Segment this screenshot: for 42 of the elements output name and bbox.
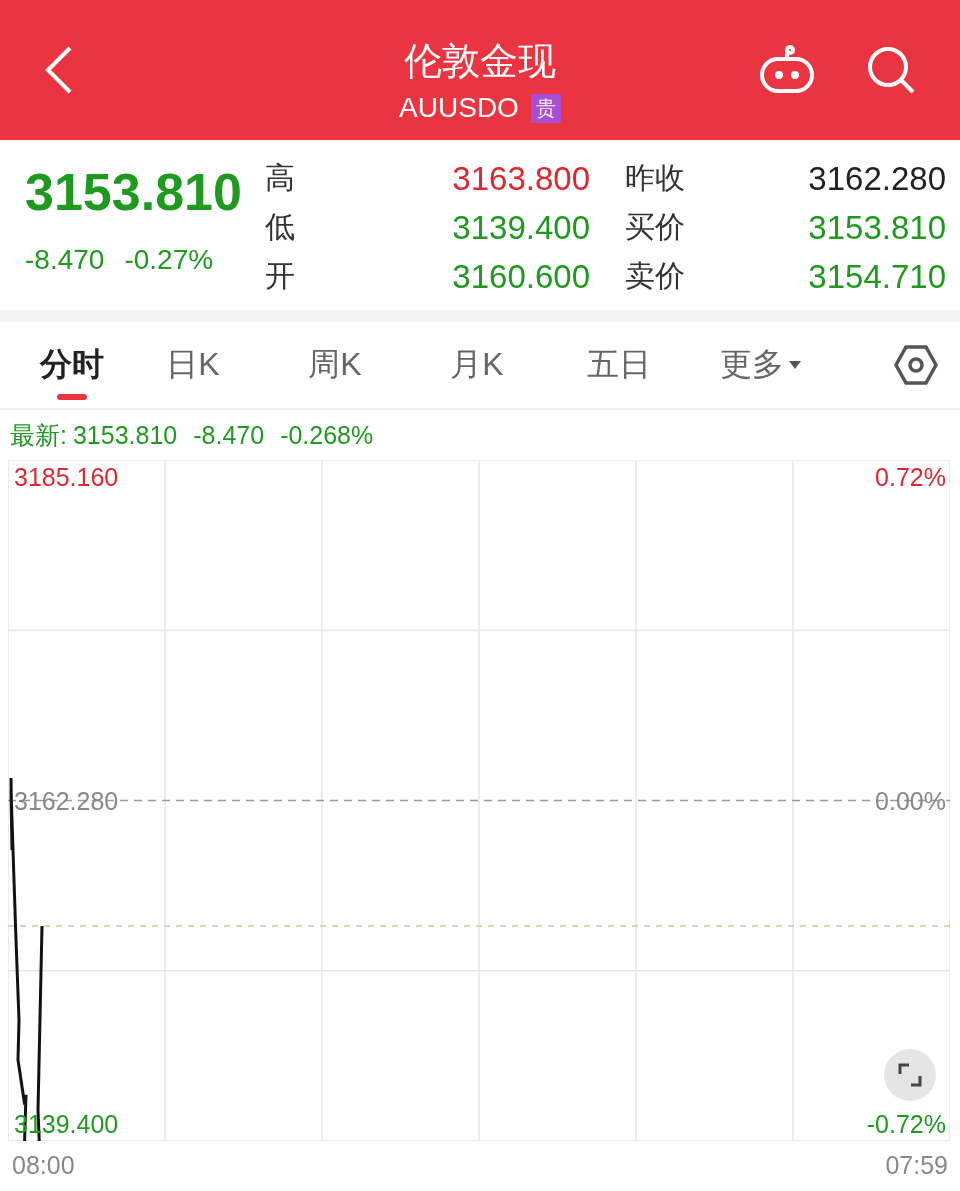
- price-axis-label: 3185.160: [14, 462, 119, 493]
- percent-axis-label: 0.72%: [875, 462, 946, 493]
- stat-label: 高: [265, 160, 296, 196]
- back-icon[interactable]: [44, 46, 74, 94]
- percent-change: -0.27%: [124, 244, 214, 276]
- chart-tab[interactable]: 日K: [122, 330, 264, 400]
- settings-icon[interactable]: [894, 345, 938, 385]
- page-title: 伦敦金现: [404, 39, 556, 84]
- more-menu[interactable]: 更多: [690, 330, 832, 400]
- caret-icon: [788, 360, 802, 370]
- chart-tab[interactable]: 月K: [406, 330, 548, 400]
- search-icon[interactable]: [866, 45, 916, 95]
- percent-axis-label: -0.72%: [866, 1109, 946, 1140]
- chart-tab[interactable]: 周K: [264, 330, 406, 400]
- stat-value: 3160.600: [451, 257, 590, 296]
- stat-label: 低: [265, 209, 296, 245]
- stat-value: 3154.710: [807, 257, 946, 296]
- stat-label: 买价: [624, 209, 686, 245]
- category-badge: 贵: [530, 93, 561, 123]
- fullscreen-button[interactable]: [884, 1049, 936, 1101]
- chart-tab[interactable]: 五日: [548, 330, 690, 400]
- stat-value: 3163.800: [451, 159, 590, 198]
- chart-tab[interactable]: 分时: [22, 330, 122, 400]
- price-axis-label: 3162.280: [14, 785, 119, 817]
- stat-label: 卖价: [624, 258, 686, 294]
- percent-axis-label: 0.00%: [875, 785, 946, 817]
- symbol-code: AUUSDO: [399, 91, 519, 125]
- price-change: -8.470: [25, 244, 105, 276]
- latest-price: 3153.810: [72, 420, 178, 450]
- stat-label: 开: [265, 258, 296, 294]
- time-axis-label: 08:00: [12, 1150, 75, 1180]
- latest-change: -8.470: [193, 420, 265, 450]
- expand-icon: [897, 1062, 923, 1088]
- latest-label: 最新:: [10, 419, 67, 451]
- latest-percent: -0.268%: [280, 420, 374, 450]
- robot-icon[interactable]: [758, 45, 816, 95]
- stat-label: 昨收: [624, 160, 686, 196]
- time-axis-label: 07:59: [885, 1150, 948, 1180]
- stat-value: 3153.810: [807, 208, 946, 247]
- stat-value: 3162.280: [807, 159, 946, 198]
- last-price: 3153.810: [25, 162, 243, 223]
- stat-value: 3139.400: [451, 208, 590, 247]
